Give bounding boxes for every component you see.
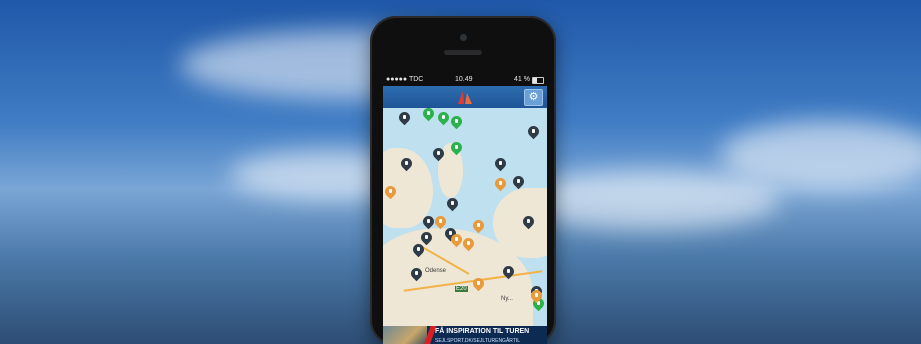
map-marker-icon[interactable] — [492, 155, 509, 172]
carrier-label: ●●●●● TDC — [386, 76, 424, 83]
map-marker-icon[interactable] — [492, 175, 509, 192]
map-marker-icon[interactable] — [396, 109, 413, 126]
battery-icon — [532, 77, 544, 84]
map-marker-icon[interactable] — [420, 213, 437, 230]
map-view[interactable]: Odense E20 Ny... — [383, 108, 547, 326]
promo-banner[interactable]: FÅ INSPIRATION TIL TUREN SEJLSPORT.DK/SE… — [383, 326, 547, 344]
battery-percent: 41 % — [514, 76, 530, 83]
background-sky: ●●●●● TDC 10.49 41 % ⚙ Odense E20 Ny... … — [0, 0, 921, 344]
banner-headline: FÅ INSPIRATION TIL TUREN — [435, 328, 530, 335]
app-header: ⚙ — [383, 86, 547, 108]
city-label: Odense — [425, 268, 447, 274]
status-bar: ●●●●● TDC 10.49 41 % — [383, 74, 547, 86]
route-badge: E20 — [455, 286, 468, 292]
map-marker-icon[interactable] — [460, 235, 477, 252]
map-marker-icon[interactable] — [383, 183, 399, 200]
map-marker-icon[interactable] — [528, 287, 545, 304]
map-marker-icon[interactable] — [448, 231, 465, 248]
map-marker-icon[interactable] — [410, 241, 427, 258]
app-logo-icon — [458, 91, 472, 104]
clock-label: 10.49 — [455, 76, 473, 83]
cloud — [720, 120, 921, 190]
map-marker-icon[interactable] — [420, 108, 437, 122]
banner-url: SEJLSPORT.DK/SEJLTURENGÅRTIL — [435, 338, 521, 344]
cloud — [520, 170, 780, 230]
map-marker-icon[interactable] — [470, 275, 487, 292]
map-marker-icon[interactable] — [520, 213, 537, 230]
map-marker-icon[interactable] — [500, 263, 517, 280]
gear-icon[interactable]: ⚙ — [524, 89, 543, 106]
map-marker-icon[interactable] — [444, 195, 461, 212]
map-label: Ny... — [501, 296, 513, 302]
map-marker-icon[interactable] — [430, 145, 447, 162]
phone-device: ●●●●● TDC 10.49 41 % ⚙ Odense E20 Ny... … — [370, 16, 556, 344]
map-marker-icon[interactable] — [435, 109, 452, 126]
speaker-grille — [444, 50, 482, 55]
map-marker-icon[interactable] — [470, 217, 487, 234]
map-marker-icon[interactable] — [448, 139, 465, 156]
map-marker-icon[interactable] — [408, 265, 425, 282]
map-marker-icon[interactable] — [398, 155, 415, 172]
map-marker-icon[interactable] — [448, 113, 465, 130]
map-marker-icon[interactable] — [525, 123, 542, 140]
banner-image — [383, 326, 427, 344]
camera-icon — [460, 34, 467, 41]
phone-screen: ●●●●● TDC 10.49 41 % ⚙ Odense E20 Ny... … — [383, 74, 547, 344]
map-marker-icon[interactable] — [510, 173, 527, 190]
